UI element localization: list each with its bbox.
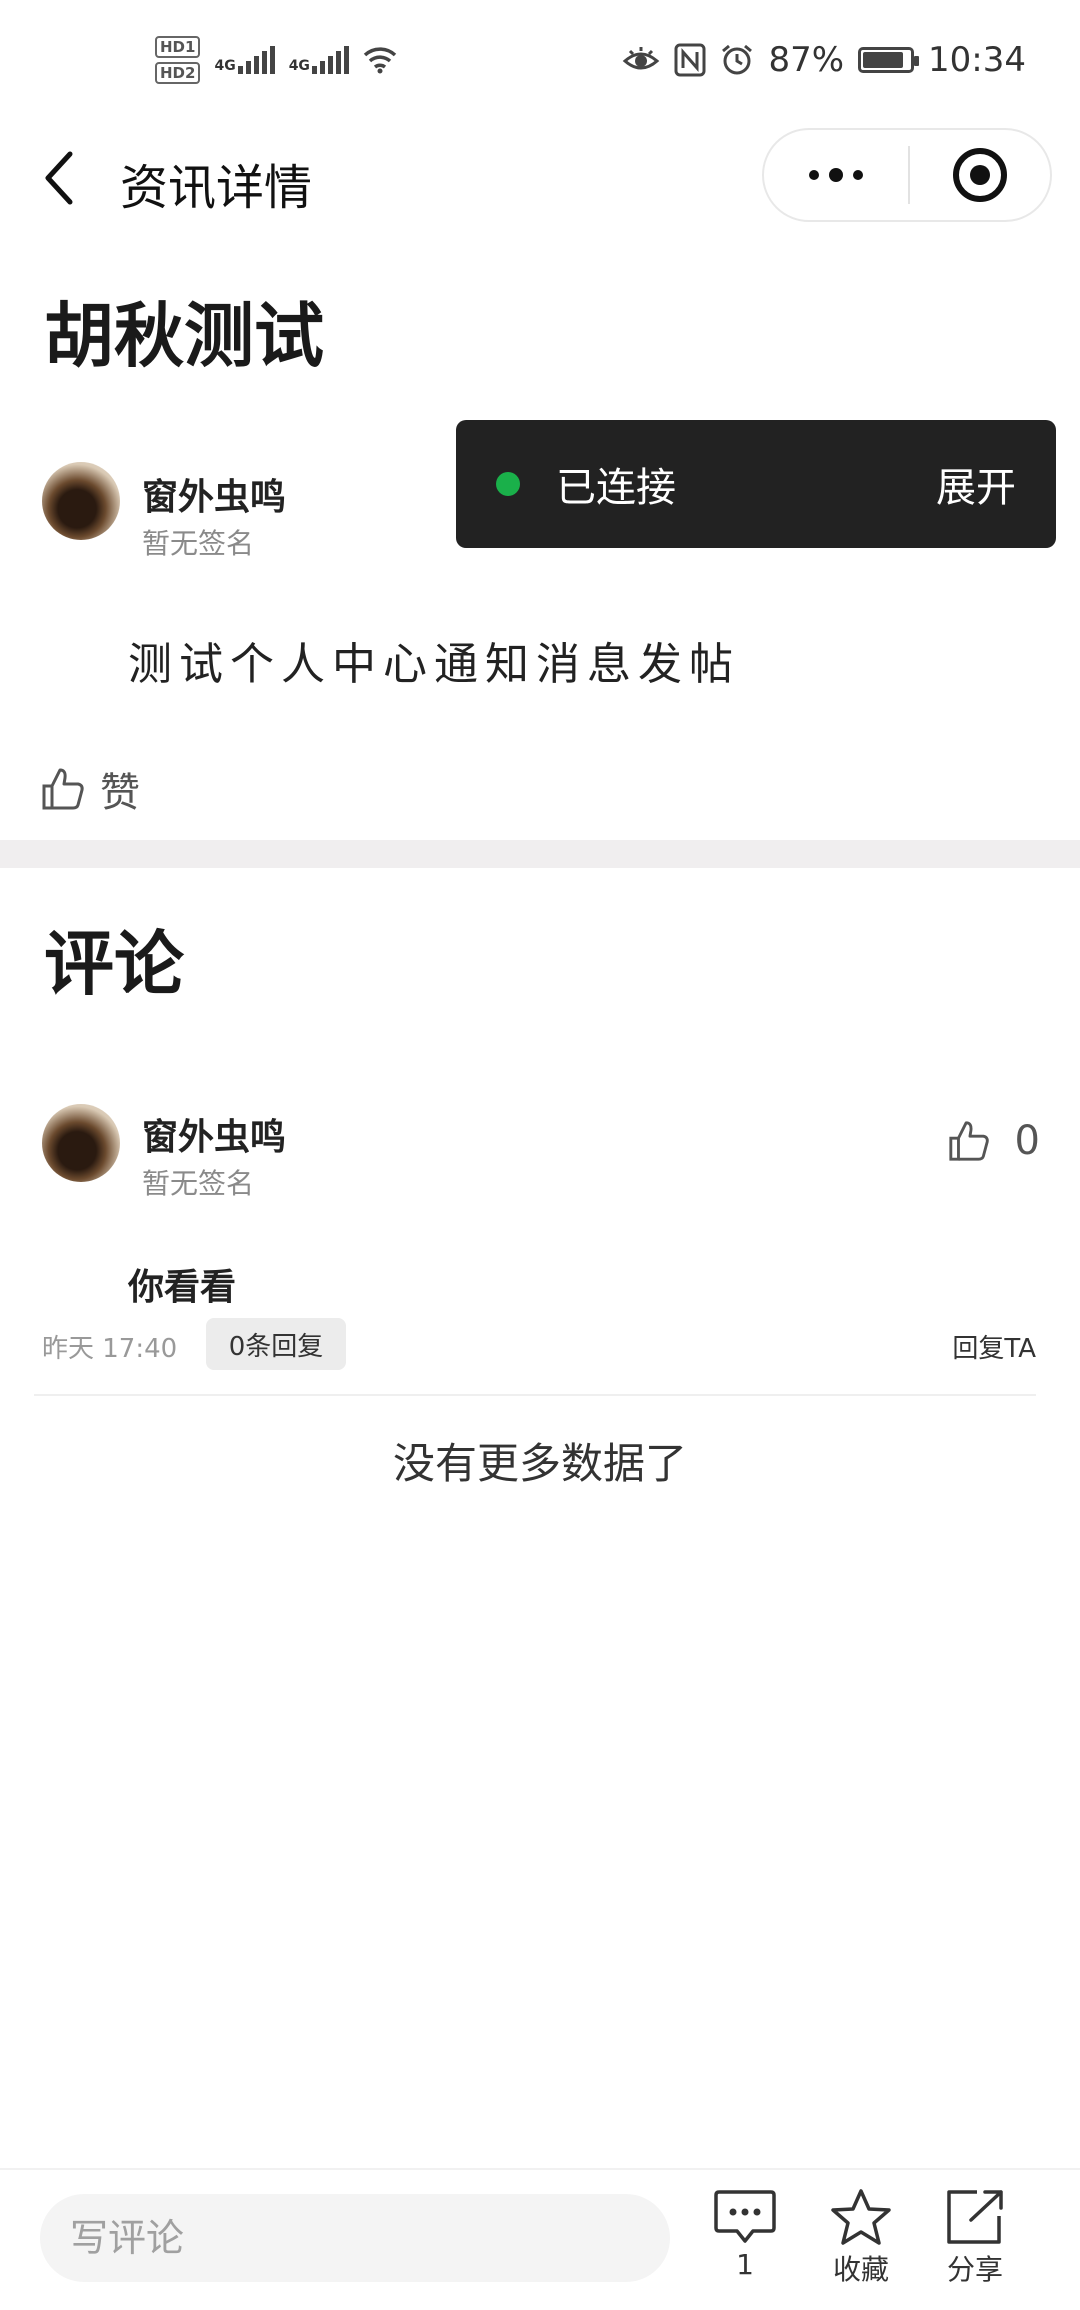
signal-sim1: 4G <box>214 46 275 74</box>
target-circle-icon <box>953 148 1007 202</box>
battery-percent: 87% <box>768 40 845 80</box>
share-icon <box>947 2190 1003 2244</box>
signal-bars-icon <box>237 46 275 74</box>
miniprogram-capsule <box>762 128 1052 222</box>
connection-status: 已连接 <box>556 465 676 511</box>
comment-text: 你看看 <box>128 1267 237 1308</box>
author-signature: 暂无签名 <box>142 527 255 560</box>
comments-count-button[interactable]: 1 <box>700 2188 790 2281</box>
like-label: 赞 <box>100 770 140 816</box>
page-title: 资讯详情 <box>120 160 313 216</box>
more-menu-button[interactable] <box>764 130 908 220</box>
share-button[interactable]: 分享 <box>930 2188 1020 2288</box>
reply-button[interactable]: 回复TA <box>952 1328 1036 1365</box>
dot-icon <box>853 170 863 180</box>
back-arrow-icon[interactable] <box>40 148 80 208</box>
status-left: HD1 HD2 4G 4G <box>155 36 397 84</box>
alarm-icon <box>722 44 753 75</box>
comment-input[interactable] <box>40 2194 670 2282</box>
section-divider <box>0 840 1080 868</box>
comments-heading: 评论 <box>44 923 184 1005</box>
net2-label: 4G <box>288 58 310 74</box>
dot-icon <box>829 168 843 182</box>
comment-like-button[interactable]: 0 <box>947 1118 1040 1164</box>
hd2-badge: HD2 <box>155 62 201 84</box>
comment-author-signature: 暂无签名 <box>142 1167 255 1200</box>
comment-timestamp: 昨天 17:40 <box>42 1334 178 1364</box>
status-bar: HD1 HD2 4G 4G 87% 10:34 <box>0 0 1080 120</box>
connected-dot-icon <box>496 472 520 496</box>
net1-label: 4G <box>214 58 236 74</box>
thumbs-up-icon <box>42 768 84 810</box>
clock-time: 10:34 <box>928 40 1026 80</box>
thumbs-up-icon <box>948 1121 989 1161</box>
connection-toast: 已连接 展开 <box>456 420 1056 548</box>
star-icon <box>831 2189 891 2245</box>
nav-bar: 资讯详情 <box>0 120 1080 230</box>
favorite-button[interactable]: 收藏 <box>816 2188 906 2288</box>
avatar[interactable] <box>42 462 120 540</box>
signal-sim2: 4G <box>289 46 349 74</box>
reply-count-button[interactable]: 0条回复 <box>206 1318 346 1370</box>
article-like-button[interactable]: 赞 <box>40 760 140 818</box>
article-body: 测试个人中心通知消息发帖 <box>128 639 740 690</box>
expand-button[interactable]: 展开 <box>936 455 1016 513</box>
comment-like-count: 0 <box>1014 1118 1040 1164</box>
wifi-icon <box>363 47 397 74</box>
close-miniprogram-button[interactable] <box>910 130 1050 220</box>
comment-count: 1 <box>736 2248 754 2281</box>
comment-avatar[interactable] <box>42 1104 120 1182</box>
comment-bubble-icon <box>714 2190 776 2243</box>
share-label: 分享 <box>946 2253 1003 2286</box>
favorite-label: 收藏 <box>832 2253 889 2286</box>
battery-fill <box>863 52 904 68</box>
dot-icon <box>809 170 819 180</box>
signal-bars-icon <box>311 46 349 74</box>
bottom-action-bar: 1 收藏 分享 <box>0 2168 1080 2310</box>
status-right: 87% 10:34 <box>622 40 1026 80</box>
hd1-badge: HD1 <box>155 36 201 58</box>
nfc-icon <box>674 43 706 77</box>
battery-icon <box>858 47 920 73</box>
eye-comfort-icon <box>623 47 660 70</box>
article-title: 胡秋测试 <box>44 295 324 377</box>
hd-indicators: HD1 HD2 <box>155 36 201 84</box>
author-name[interactable]: 窗外虫鸣 <box>142 468 286 520</box>
comment-divider <box>34 1394 1036 1396</box>
no-more-data: 没有更多数据了 <box>392 1439 687 1488</box>
comment-author-name[interactable]: 窗外虫鸣 <box>142 1108 286 1160</box>
page: HD1 HD2 4G 4G 87% 10:34 资讯详情 胡秋测试 窗外虫鸣 暂… <box>0 0 1080 2310</box>
